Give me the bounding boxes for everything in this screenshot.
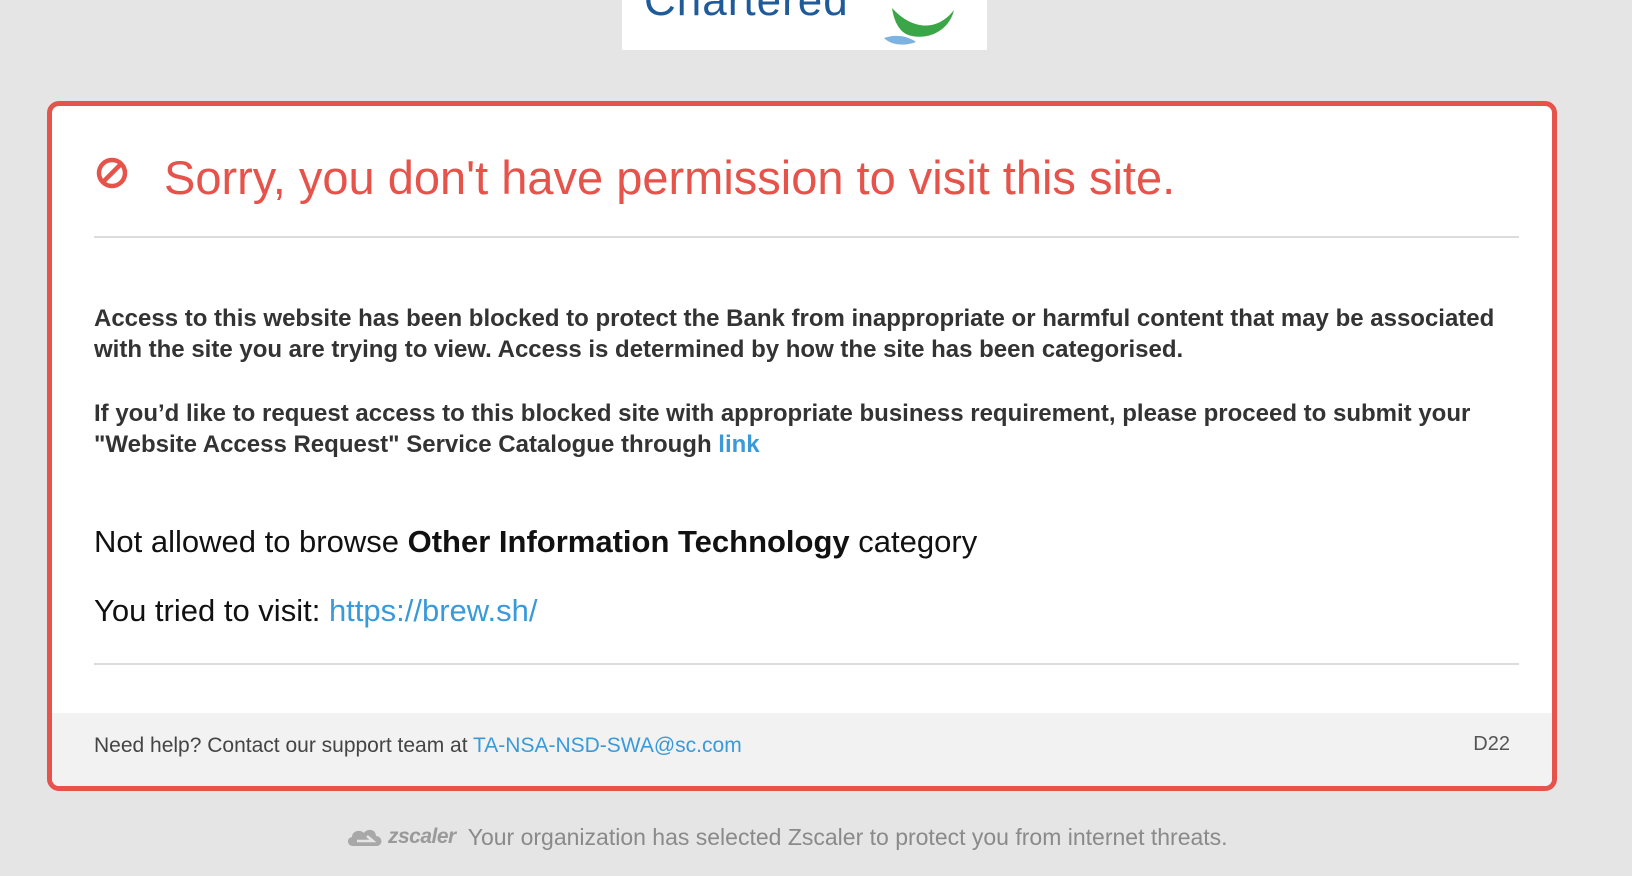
category-name: Other Information Technology xyxy=(407,524,850,559)
category-suffix: category xyxy=(858,524,978,559)
access-request-instructions: If you’d like to request access to this … xyxy=(94,398,1514,460)
visited-url-message: You tried to visit: https://brew.sh/ xyxy=(94,593,537,629)
help-label: Need help? Contact our support team at xyxy=(94,734,468,757)
help-message: Need help? Contact our support team at T… xyxy=(94,734,742,758)
divider xyxy=(94,236,1519,238)
no-entry-icon xyxy=(96,157,128,189)
support-email-link[interactable]: TA-NSA-NSD-SWA@sc.com xyxy=(473,734,742,757)
category-prefix: Not allowed to browse xyxy=(94,524,399,559)
divider xyxy=(94,663,1519,665)
bank-logo-swoosh-icon xyxy=(884,8,954,45)
block-explanation: Access to this website has been blocked … xyxy=(94,305,1495,363)
page-title: Sorry, you don't have permission to visi… xyxy=(164,151,1176,204)
block-notice-card: Sorry, you don't have permission to visi… xyxy=(47,101,1557,791)
zscaler-cloud-icon xyxy=(347,829,382,846)
support-footer: Need help? Contact our support team at T… xyxy=(52,713,1552,786)
visited-url-link[interactable]: https://brew.sh/ xyxy=(329,593,538,628)
zscaler-logo: zscaler xyxy=(345,825,456,849)
zscaler-branding: zscaler Your organization has selected Z… xyxy=(345,822,1228,852)
location-code: D22 xyxy=(1473,733,1510,755)
access-request-text: If you’d like to request access to this … xyxy=(94,400,1471,458)
notice-header: Sorry, you don't have permission to visi… xyxy=(52,106,1552,241)
visit-label: You tried to visit: xyxy=(94,593,321,628)
zscaler-logo-text: zscaler xyxy=(388,825,456,848)
bank-logo: Chartered xyxy=(622,0,987,50)
request-access-link[interactable]: link xyxy=(718,431,759,458)
protection-message: Your organization has selected Zscaler t… xyxy=(467,823,1228,850)
bank-logo-text: Chartered xyxy=(644,0,849,25)
category-message: Not allowed to browse Other Information … xyxy=(94,524,977,560)
